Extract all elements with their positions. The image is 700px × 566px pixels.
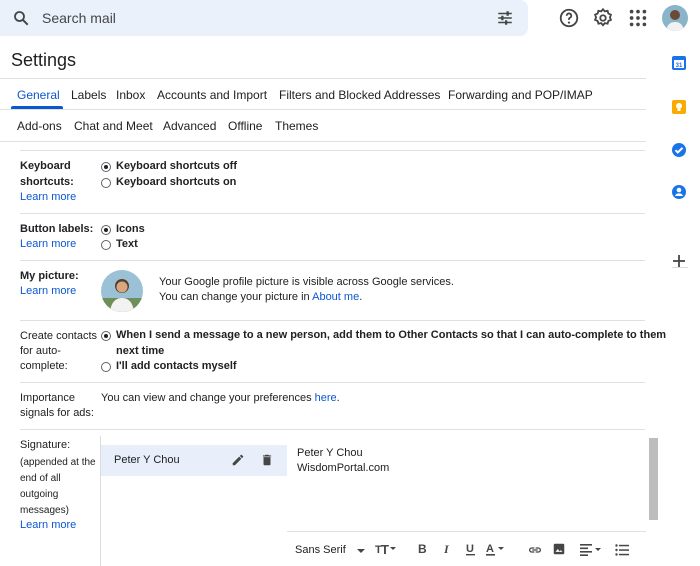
tab-accounts-and-import[interactable]: Accounts and Import: [157, 88, 267, 102]
keyboard-off-label[interactable]: Keyboard shortcuts off: [116, 159, 237, 174]
text-radio[interactable]: [101, 240, 111, 250]
tab-add-ons[interactable]: Add-ons: [17, 119, 62, 133]
section-divider: [20, 320, 645, 321]
section-divider: [20, 429, 645, 430]
profile-picture[interactable]: [101, 270, 143, 312]
align-icon[interactable]: [580, 543, 602, 561]
keyboard-on-label[interactable]: Keyboard shortcuts on: [116, 175, 236, 190]
auto-add-contacts-label-2[interactable]: next time: [116, 344, 164, 359]
section-divider: [20, 213, 645, 214]
tabs-divider: [0, 109, 646, 110]
picture-change-text: You can change your picture in About me.: [159, 291, 363, 303]
importance-label: Importance: [20, 392, 76, 404]
keyboard-off-radio[interactable]: [101, 162, 111, 172]
top-bar: Search mail: [0, 0, 700, 40]
create-contacts-label-3: complete:: [20, 360, 68, 372]
button-labels-learn-more-link[interactable]: Learn more: [20, 238, 76, 250]
search-input[interactable]: Search mail: [42, 10, 116, 26]
contacts-icon[interactable]: [671, 184, 689, 202]
my-picture-label: My picture:: [20, 270, 79, 282]
preferences-here-link[interactable]: here: [315, 392, 337, 404]
importance-text: You can view and change your preferences…: [101, 392, 340, 404]
account-avatar[interactable]: [662, 5, 688, 31]
manual-contacts-label[interactable]: I'll add contacts myself: [116, 359, 237, 374]
section-divider: [20, 260, 645, 261]
text-label[interactable]: Text: [116, 237, 138, 252]
font-size-icon[interactable]: TT: [375, 542, 397, 561]
formatting-toolbar: Sans Serif TT B I U A: [287, 531, 646, 566]
title-divider: [0, 78, 646, 79]
signature-note-1: (appended at the: [20, 457, 96, 468]
signature-body-line-1[interactable]: Peter Y Chou: [297, 447, 363, 459]
signature-label: Signature:: [20, 439, 71, 451]
keyboard-shortcuts-label-2: shortcuts:: [20, 176, 74, 188]
keep-icon[interactable]: [671, 99, 689, 117]
svg-text:I: I: [443, 542, 450, 556]
tabs-divider-2: [0, 141, 646, 142]
svg-text:A: A: [486, 543, 494, 555]
svg-text:31: 31: [676, 63, 683, 69]
keyboard-on-radio[interactable]: [101, 178, 111, 188]
auto-add-contacts-label[interactable]: When I send a message to a new person, a…: [116, 328, 666, 343]
signature-note-4: messages): [20, 505, 69, 516]
section-divider: [20, 382, 645, 383]
tab-advanced[interactable]: Advanced: [163, 119, 216, 133]
add-icon[interactable]: [671, 253, 689, 271]
list-icon[interactable]: [615, 543, 629, 561]
apps-icon[interactable]: [627, 7, 649, 29]
section-divider: [20, 150, 645, 151]
signature-learn-more-link[interactable]: Learn more: [20, 519, 76, 531]
tab-forwarding[interactable]: Forwarding and POP/IMAP: [448, 88, 593, 102]
image-icon[interactable]: [552, 542, 566, 561]
keyboard-shortcuts-label: Keyboard: [20, 160, 71, 172]
manual-contacts-radio[interactable]: [101, 362, 111, 372]
svg-text:U: U: [466, 543, 474, 555]
help-icon[interactable]: [558, 7, 580, 29]
create-contacts-label: Create contacts: [20, 330, 98, 342]
svg-text:B: B: [418, 542, 427, 556]
page-title: Settings: [11, 50, 77, 70]
gear-icon[interactable]: [592, 7, 614, 29]
icons-label[interactable]: Icons: [116, 222, 145, 237]
tune-icon[interactable]: [496, 9, 514, 32]
tab-offline[interactable]: Offline: [228, 119, 262, 133]
bold-icon[interactable]: B: [417, 542, 429, 561]
side-panel-rail: 31: [660, 40, 700, 566]
tab-labels[interactable]: Labels: [71, 88, 106, 102]
signature-item-name: Peter Y Chou: [114, 454, 180, 466]
text-color-icon[interactable]: A: [486, 542, 506, 561]
auto-add-contacts-radio[interactable]: [101, 331, 111, 341]
tab-filters[interactable]: Filters and Blocked Addresses: [279, 88, 440, 102]
about-me-link[interactable]: About me: [312, 291, 359, 303]
font-dropdown-icon[interactable]: [356, 543, 366, 561]
tab-inbox[interactable]: Inbox: [116, 88, 145, 102]
signature-list-item[interactable]: Peter Y Chou: [101, 445, 287, 476]
edit-icon[interactable]: [231, 453, 245, 472]
tab-themes[interactable]: Themes: [275, 119, 318, 133]
svg-text:T: T: [381, 542, 389, 556]
importance-label-2: signals for ads:: [20, 407, 94, 419]
tab-general[interactable]: General: [17, 88, 60, 102]
picture-visibility-text: Your Google profile picture is visible a…: [159, 276, 454, 288]
my-picture-learn-more-link[interactable]: Learn more: [20, 285, 76, 297]
signature-note-3: outgoing: [20, 489, 59, 500]
tasks-icon[interactable]: [671, 142, 689, 160]
italic-icon[interactable]: I: [442, 542, 454, 561]
create-contacts-label-2: for auto-: [20, 345, 61, 357]
scrollbar-thumb[interactable]: [649, 438, 658, 520]
calendar-icon[interactable]: 31: [671, 55, 689, 73]
underline-icon[interactable]: U: [465, 542, 477, 561]
search-icon[interactable]: [12, 9, 30, 32]
button-labels-label: Button labels:: [20, 223, 94, 235]
link-icon[interactable]: [527, 543, 543, 561]
search-box[interactable]: Search mail: [0, 0, 528, 36]
signature-note-2: end of all: [20, 473, 61, 484]
font-family-select[interactable]: Sans Serif: [295, 544, 346, 556]
tab-chat-and-meet[interactable]: Chat and Meet: [74, 119, 153, 133]
signature-body-line-2[interactable]: WisdomPortal.com: [297, 462, 389, 474]
delete-icon[interactable]: [260, 453, 274, 472]
icons-radio[interactable]: [101, 225, 111, 235]
keyboard-learn-more-link[interactable]: Learn more: [20, 191, 76, 203]
